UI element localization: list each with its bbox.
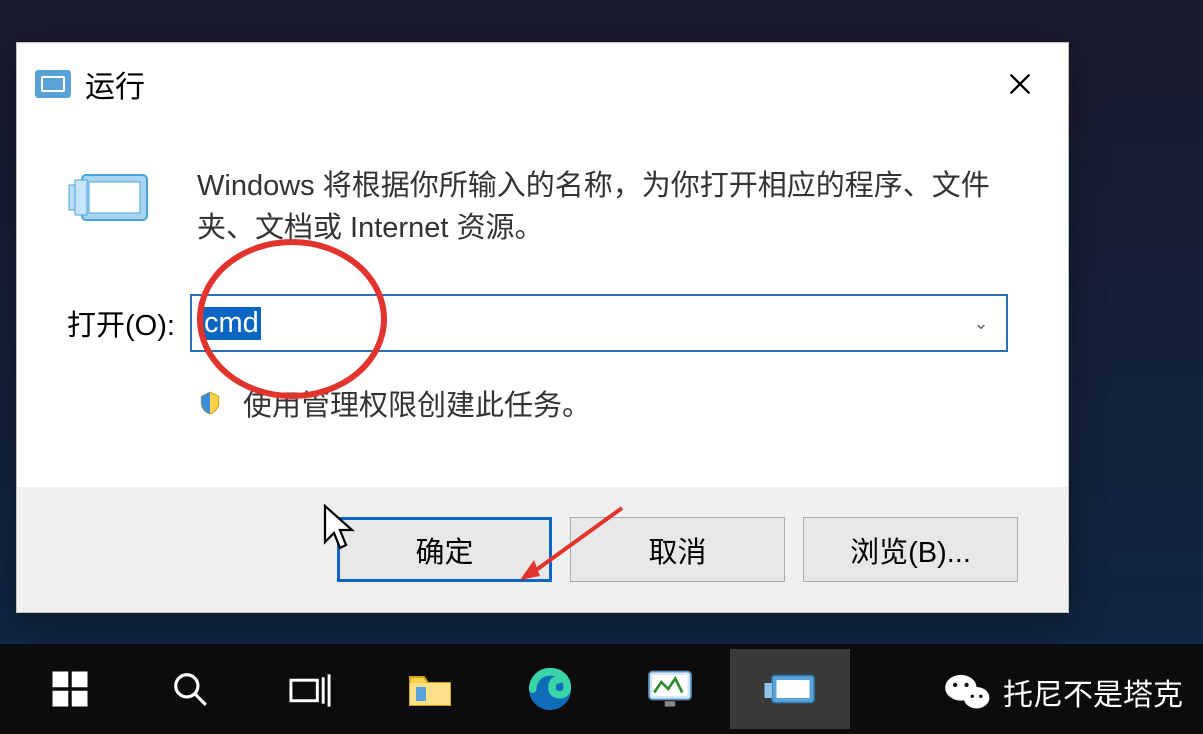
- taskbar-start[interactable]: [10, 649, 130, 729]
- taskbar-monitor[interactable]: [610, 649, 730, 729]
- run-titlebar-icon: [35, 70, 71, 98]
- close-icon: [1006, 70, 1034, 98]
- ok-button[interactable]: 确定: [337, 517, 552, 582]
- wechat-icon: [945, 672, 991, 712]
- open-input-row: 打开(O): cmd ⌄: [67, 294, 1008, 352]
- folder-icon: [406, 669, 454, 709]
- open-combobox[interactable]: cmd ⌄: [190, 294, 1008, 352]
- browse-button[interactable]: 浏览(B)...: [803, 517, 1018, 582]
- dialog-description: Windows 将根据你所输入的名称，为你打开相应的程序、文件夹、文档或 Int…: [197, 165, 1008, 249]
- admin-note-text: 使用管理权限创建此任务。: [243, 382, 591, 424]
- dialog-title: 运行: [85, 62, 145, 106]
- watermark: 托尼不是塔克: [945, 670, 1183, 714]
- taskbar-task-view[interactable]: [250, 649, 370, 729]
- close-button[interactable]: [990, 54, 1050, 114]
- button-bar: 确定 取消 浏览(B)...: [17, 487, 1068, 612]
- open-input-value[interactable]: cmd: [202, 307, 261, 340]
- taskbar-edge[interactable]: [490, 649, 610, 729]
- chevron-down-icon[interactable]: ⌄: [966, 313, 996, 334]
- desktop: 运行 Windows 将根据你所输入的名称，为你打开相应的程序、文件夹、文档或 …: [0, 0, 1203, 734]
- taskbar-run[interactable]: [730, 649, 850, 729]
- open-label: 打开(O):: [67, 302, 175, 344]
- run-dialog: 运行 Windows 将根据你所输入的名称，为你打开相应的程序、文件夹、文档或 …: [16, 42, 1069, 613]
- dialog-body: Windows 将根据你所输入的名称，为你打开相应的程序、文件夹、文档或 Int…: [17, 125, 1068, 424]
- run-taskbar-icon: [763, 670, 817, 708]
- search-icon: [171, 670, 209, 708]
- edge-icon: [527, 666, 573, 712]
- taskbar-file-explorer[interactable]: [370, 649, 490, 729]
- info-row: Windows 将根据你所输入的名称，为你打开相应的程序、文件夹、文档或 Int…: [67, 165, 1008, 249]
- task-view-icon: [288, 670, 332, 708]
- titlebar[interactable]: 运行: [17, 43, 1068, 125]
- taskbar-search[interactable]: [130, 649, 250, 729]
- cancel-button[interactable]: 取消: [570, 517, 785, 582]
- windows-icon: [49, 668, 91, 710]
- run-icon: [67, 165, 157, 225]
- monitor-icon: [645, 668, 695, 710]
- shield-icon: [197, 390, 223, 416]
- watermark-text: 托尼不是塔克: [1003, 670, 1183, 714]
- admin-note-row: 使用管理权限创建此任务。: [197, 382, 1008, 424]
